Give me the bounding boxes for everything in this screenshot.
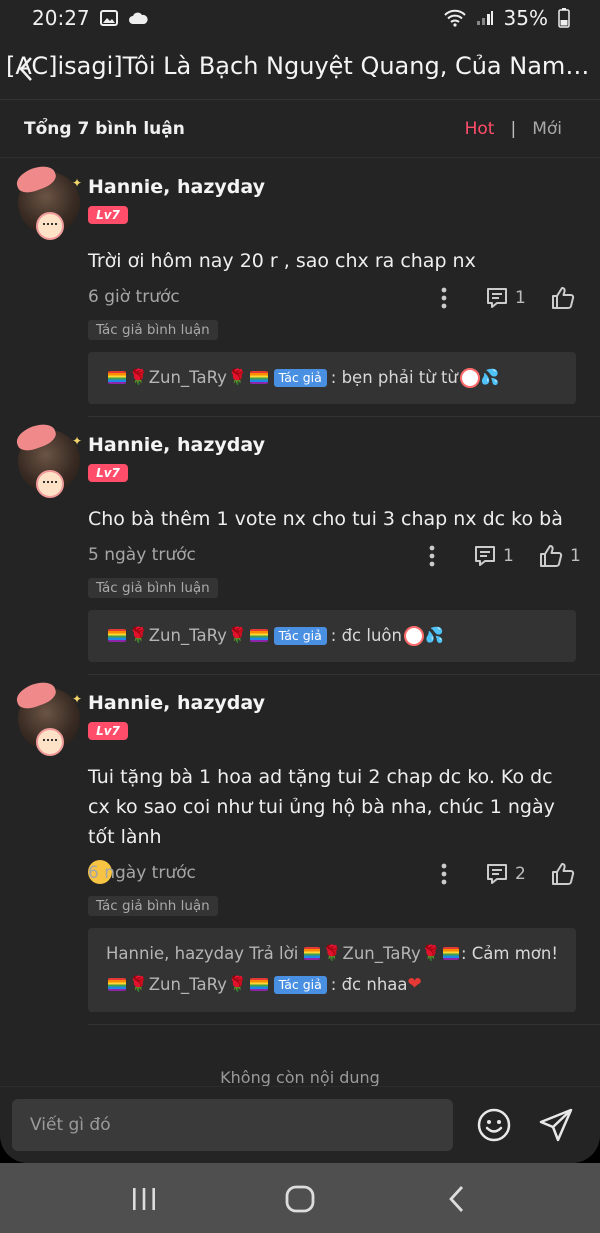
reply-author[interactable]: Zun_TaRy [149,362,227,393]
comment-icon [487,288,507,308]
author-tag: Tác giả bình luận [88,320,218,340]
more-vertical-icon[interactable] [437,861,451,887]
like-count: 1 [570,546,581,566]
sort-tabs: Hot | Mới [465,119,562,139]
avatar[interactable]: ✦ [13,161,82,240]
chevron-left-icon[interactable] [12,54,40,84]
reply-button[interactable]: 2 [485,859,526,889]
reply-button[interactable]: 1 [485,283,526,313]
reply-author[interactable]: Zun_TaRy [149,969,227,1000]
comment-item: ✦ Hannie, hazyday Lv7 Cho bà thêm 1 vote… [0,418,600,676]
username[interactable]: Hannie, hazyday [88,692,265,714]
username[interactable]: Hannie, hazyday [88,434,265,456]
reply-count: 1 [503,546,514,566]
reply-text: : đc luôn [330,626,402,645]
divider [88,1024,600,1025]
comment-time: 6 ngày trước [88,863,196,883]
comment-time: 6 giờ trước [88,287,180,307]
reply-count: 2 [515,864,526,884]
like-button[interactable]: 1 [538,541,581,571]
page-title: [AC]isagi]Tôi Là Bạch Nguyệt Quang, Của … [6,52,596,80]
comment-text-body: Tui tặng bà 1 hoa ad tặng tui 2 chap dc … [88,766,555,848]
battery-icon [558,8,570,28]
reply-prefix[interactable]: Hannie, hazyday Trả lời [106,938,298,969]
send-icon[interactable] [538,1107,574,1143]
reply-count: 1 [515,288,526,308]
reply-text: : Cảm mơn! [460,944,558,963]
reply-text: : bẹn phải từ từ [330,368,458,387]
author-badge: Tác giả [273,368,327,387]
signal-icon [476,10,494,26]
level-badge: Lv7 [88,206,128,224]
comment-icon [475,546,495,566]
comment-meta: 5 ngày trước 1 1 [88,541,588,571]
comment-text: Trời ơi hôm nay 20 r , sao chx ra chap n… [88,250,476,272]
comment-input[interactable] [12,1099,453,1151]
sort-hot-tab[interactable]: Hot [465,119,495,139]
reply-author[interactable]: Zun_TaRy [149,620,227,651]
reply-preview[interactable]: 🌹 Zun_TaRy 🌹 Tác giả : bẹn phải từ từ 💦 [88,352,576,404]
username[interactable]: Hannie, hazyday [88,176,265,198]
comment-total: Tổng 7 bình luận [24,118,185,139]
divider [88,416,600,417]
avatar[interactable]: ✦ [13,419,82,498]
comment-icon [487,864,507,884]
reply-preview[interactable]: Hannie, hazyday Trả lời 🌹 Zun_TaRy 🌹 : C… [88,928,576,1012]
image-icon [99,10,118,26]
more-vertical-icon[interactable] [437,285,451,311]
reply-text: : đc nhaa [330,975,408,994]
thumbs-up-icon [552,863,575,885]
like-button[interactable] [550,859,582,889]
more-vertical-icon[interactable] [425,543,439,569]
thumbs-up-icon [540,545,563,567]
level-badge: Lv7 [88,722,128,740]
author-tag: Tác giả bình luận [88,896,218,916]
status-bar: 20:27 35% [0,0,600,36]
author-tag: Tác giả bình luận [88,578,218,598]
level-badge: Lv7 [88,464,128,482]
reply-preview[interactable]: 🌹 Zun_TaRy 🌹 Tác giả : đc luôn 💦 [88,610,576,662]
comment-item: ✦ Hannie, hazyday Lv7 Tui tặng bà 1 hoa … [0,676,600,1026]
comment-item: ✦ Hannie, hazyday Lv7 Trời ơi hôm nay 20… [0,160,600,418]
reply-author[interactable]: Zun_TaRy [343,938,421,969]
status-time: 20:27 [32,6,90,30]
end-of-list-note: Không còn nội dung [220,1068,380,1087]
comment-meta: 6 ngày trước 2 [88,859,588,889]
cloud-icon [128,11,148,25]
wifi-icon [443,9,466,27]
home-icon[interactable] [285,1185,315,1213]
reply-button[interactable]: 1 [473,541,514,571]
heart-icon: ❤ [407,974,422,994]
emoji-icon[interactable] [476,1107,512,1143]
sort-separator: | [510,118,517,139]
comment-text: Cho bà thêm 1 vote nx cho tui 3 chap nx … [88,508,563,530]
back-icon[interactable] [447,1185,465,1213]
author-badge: Tác giả [273,975,327,994]
avatar[interactable]: ✦ [13,677,82,756]
battery-percent: 35% [503,6,548,30]
comments-header: Tổng 7 bình luận Hot | Mới [0,100,600,158]
comment-time: 5 ngày trước [88,545,196,565]
like-button[interactable] [550,283,582,313]
app-screen: 20:27 35% [AC]isagi]Tôi Là Bạch Nguyệt Q… [0,0,600,1163]
sort-new-tab[interactable]: Mới [532,119,562,139]
divider [88,674,600,675]
comment-input-bar [0,1086,600,1163]
title-bar: [AC]isagi]Tôi Là Bạch Nguyệt Quang, Của … [0,40,600,98]
thumbs-up-icon [552,287,575,309]
recent-apps-icon[interactable] [131,1185,157,1213]
author-badge: Tác giả [273,626,327,645]
comment-meta: 6 giờ trước 1 [88,283,588,313]
system-nav-bar [0,1163,600,1233]
